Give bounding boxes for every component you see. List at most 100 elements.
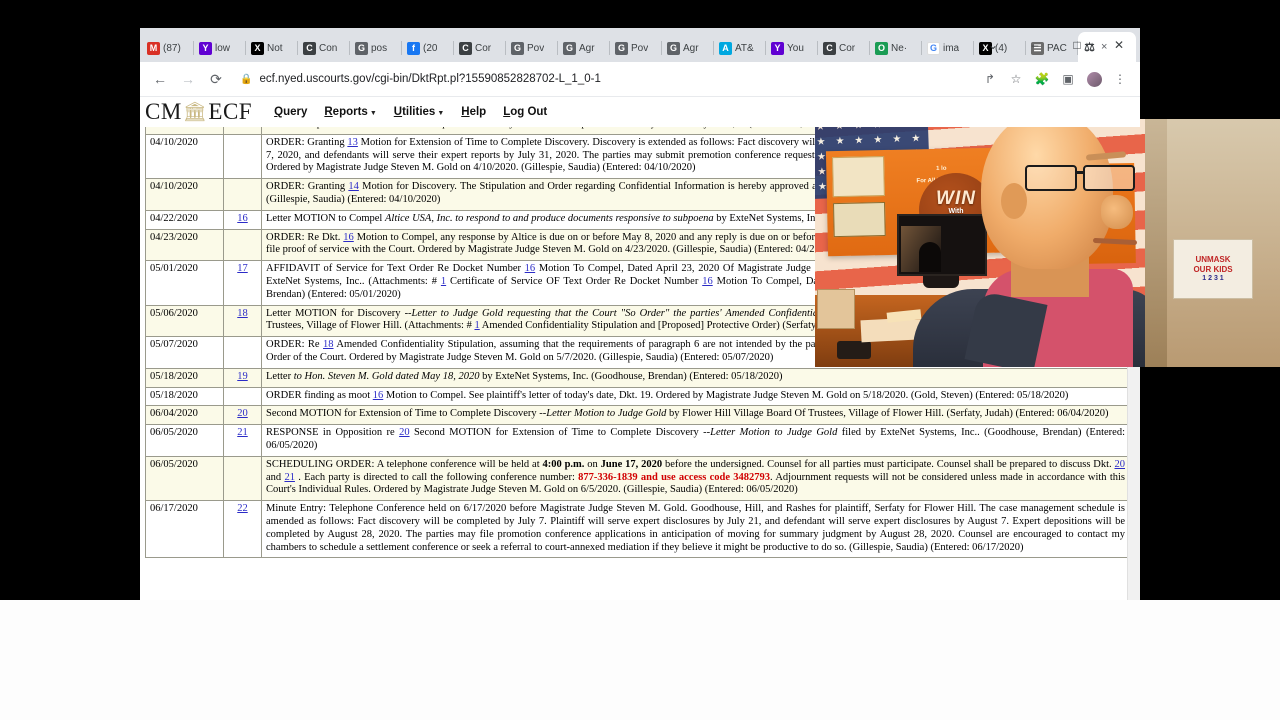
- docket-number-link[interactable]: 20: [237, 408, 248, 419]
- browser-tab-label: (87): [163, 42, 181, 54]
- docket-text-cell: RESPONSE in Opposition re 20 Second MOTI…: [261, 424, 1130, 457]
- docket-inline-link[interactable]: 16: [343, 232, 354, 243]
- banner-photo-card: [832, 156, 885, 198]
- minimize-button[interactable]: –: [1014, 28, 1056, 62]
- profile-avatar[interactable]: [1082, 67, 1106, 91]
- docket-row: 05/18/2020 ORDER finding as moot 16 Motio…: [145, 386, 1130, 407]
- browser-tab[interactable]: C Con: [298, 34, 350, 62]
- docket-inline-link[interactable]: 1: [441, 276, 446, 287]
- browser-tab[interactable]: Gpos: [350, 34, 402, 62]
- menu-item-utilities[interactable]: Utilities ▼: [394, 106, 444, 118]
- browser-tab[interactable]: M (87): [142, 34, 194, 62]
- browser-tab[interactable]: G Agr: [662, 34, 714, 62]
- docket-inline-link[interactable]: 20: [399, 427, 410, 438]
- browser-toolbar: ← → ⟳ 🔒 ecf.nyed.uscourts.gov/cgi-bin/Dk…: [140, 62, 1140, 97]
- browser-tab[interactable]: O Ne·: [870, 34, 922, 62]
- docket-number-cell[interactable]: 19: [223, 367, 262, 388]
- browser-tab-label: Agr: [683, 42, 699, 54]
- docket-number-link[interactable]: 16: [237, 213, 248, 224]
- browser-tab-label: Agr: [579, 42, 595, 54]
- browser-tab[interactable]: A AT&: [714, 34, 766, 62]
- browser-tab[interactable]: G Pov: [506, 34, 558, 62]
- docket-number-cell: [223, 133, 262, 180]
- docket-inline-link[interactable]: 14: [348, 181, 359, 192]
- docket-number-cell: [223, 455, 262, 502]
- browser-tab-label: Cor: [839, 42, 856, 54]
- docket-inline-link[interactable]: 20: [1115, 459, 1126, 470]
- maximize-button[interactable]: □: [1056, 28, 1098, 62]
- lock-icon: 🔒: [240, 73, 253, 85]
- docket-number-link[interactable]: 17: [237, 263, 248, 274]
- flag-star-icon: ★: [817, 166, 827, 178]
- close-window-button[interactable]: ✕: [1098, 28, 1140, 62]
- docket-number-cell[interactable]: 16: [223, 209, 262, 230]
- browser-tab-label: You: [787, 42, 804, 54]
- door-frame: [1145, 119, 1167, 367]
- browser-tab[interactable]: C Cor: [818, 34, 870, 62]
- back-icon[interactable]: ←: [148, 67, 172, 91]
- tab-search-icon[interactable]: ⌄: [972, 28, 1014, 62]
- browser-tab[interactable]: C Cor: [454, 34, 506, 62]
- docket-text-cell: SCHEDULING ORDER: A telephone conference…: [261, 455, 1130, 502]
- jacket-lapel: [964, 290, 1048, 367]
- eyeglass-lens-left: [1025, 165, 1077, 191]
- browser-tab-label: pos: [371, 42, 388, 54]
- docket-number-cell[interactable]: 18: [223, 304, 262, 338]
- browser-tab[interactable]: f (20: [402, 34, 454, 62]
- docket-number-cell[interactable]: 17: [223, 260, 262, 306]
- menu-item-logout[interactable]: Log Out: [503, 106, 547, 118]
- docket-number-link[interactable]: 18: [237, 308, 248, 319]
- unmask-our-kids-poster: UNMASK OUR KIDS 1 2 3 1: [1173, 239, 1253, 299]
- side-panel-icon[interactable]: ▣: [1056, 67, 1080, 91]
- menu-item-query[interactable]: Query: [274, 106, 307, 118]
- docket-inline-link[interactable]: 16: [702, 276, 713, 287]
- docket-inline-link[interactable]: 18: [323, 339, 334, 350]
- webcam-video-overlay[interactable]: ★★★★★★★★★★★★★★★★★★★★★★★★★★★★★★ ourneys a…: [815, 119, 1145, 367]
- docket-number-cell: [223, 336, 262, 369]
- docket-number-cell[interactable]: 20: [223, 405, 262, 426]
- docket-inline-link[interactable]: 21: [284, 472, 295, 483]
- docket-number-link[interactable]: 19: [237, 371, 248, 382]
- chrome-menu-icon[interactable]: ⋮: [1108, 67, 1132, 91]
- att-icon: A: [719, 41, 732, 55]
- chevron-down-icon: ▼: [369, 110, 377, 117]
- docket-date-cell: 04/10/2020: [145, 178, 224, 211]
- docket-inline-link[interactable]: 1: [474, 320, 479, 331]
- browser-tab[interactable]: X Not: [246, 34, 298, 62]
- browser-tab[interactable]: G Pov: [610, 34, 662, 62]
- docket-inline-link[interactable]: 16: [525, 263, 536, 274]
- share-icon[interactable]: ↱: [978, 67, 1002, 91]
- docket-date-cell: 04/22/2020: [145, 209, 224, 230]
- docket-number-cell[interactable]: 22: [223, 500, 262, 559]
- bookmark-star-icon[interactable]: ☆: [1004, 67, 1028, 91]
- address-bar[interactable]: 🔒 ecf.nyed.uscourts.gov/cgi-bin/DktRpt.p…: [240, 67, 974, 91]
- menu-item-reports[interactable]: Reports ▼: [324, 106, 376, 118]
- caption-band: type something logi: [0, 600, 1280, 720]
- nose: [1101, 195, 1133, 229]
- extensions-puzzle-icon[interactable]: 🧩: [1030, 67, 1054, 91]
- docket-date-cell: 05/18/2020: [145, 386, 224, 407]
- c-icon: C: [303, 41, 316, 55]
- browser-tab[interactable]: Y You: [766, 34, 818, 62]
- docket-number-cell[interactable]: 21: [223, 424, 262, 457]
- docket-inline-link[interactable]: 13: [347, 137, 358, 148]
- browser-tab[interactable]: G Agr: [558, 34, 610, 62]
- menu-item-help[interactable]: Help: [461, 106, 486, 118]
- reload-icon[interactable]: ⟳: [204, 67, 228, 91]
- docket-number-link[interactable]: 21: [237, 427, 248, 438]
- globe-icon: G: [615, 41, 628, 55]
- eyeglass-lens-right: [1083, 165, 1135, 191]
- docket-number-link[interactable]: 22: [237, 503, 248, 514]
- browser-tab[interactable]: Ylow: [194, 34, 246, 62]
- docket-date-cell: 04/10/2020: [145, 127, 224, 135]
- globe-icon: G: [355, 41, 368, 55]
- docket-date-cell: 05/07/2020: [145, 336, 224, 369]
- docket-number-cell: [223, 386, 262, 407]
- browser-tab-label: low: [215, 42, 231, 54]
- facebook-icon: f: [407, 41, 420, 55]
- yahoo-icon: Y: [771, 41, 784, 55]
- docket-inline-link[interactable]: 16: [373, 390, 384, 401]
- browser-tab[interactable]: Gima: [922, 34, 974, 62]
- forward-icon[interactable]: →: [176, 67, 200, 91]
- avatar-icon: [1086, 71, 1102, 87]
